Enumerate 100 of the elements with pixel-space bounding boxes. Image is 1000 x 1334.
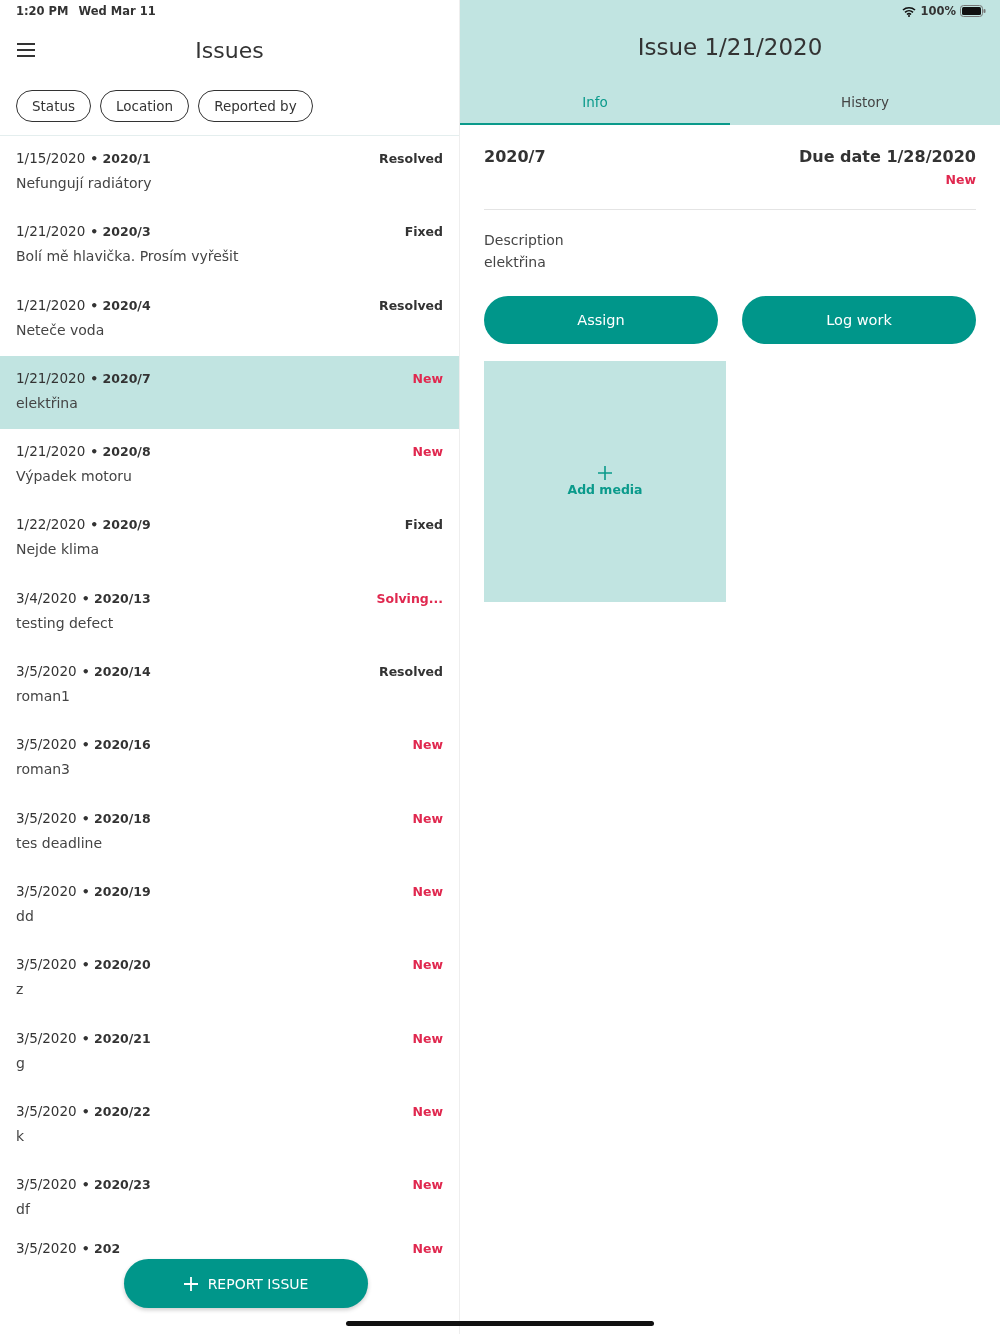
tab[interactable]: History	[730, 82, 1000, 125]
issue-title: dd	[16, 907, 35, 924]
issue-row[interactable]: 1/22/2020 • 2020/9 Fixed Nejde klima	[0, 502, 459, 576]
issue-number: • 202	[81, 1241, 122, 1257]
issue-status: New	[412, 1177, 443, 1193]
issue-number: • 2020/1	[90, 151, 152, 166]
filter-chip[interactable]: Reported by	[198, 90, 313, 122]
issue-date: 3/5/2020	[16, 956, 77, 973]
issue-row[interactable]: 3/5/2020 • 2020/21 New g	[0, 1015, 459, 1089]
issue-number: • 2020/19	[81, 883, 152, 899]
issue-title: k	[16, 1127, 26, 1144]
filter-chip[interactable]: Location	[100, 90, 190, 122]
issue-row[interactable]: 3/5/2020 • 2020/16 New roman3	[0, 722, 459, 796]
issue-number: • 2020/8	[90, 444, 152, 460]
issue-row[interactable]: 1/21/2020 • 2020/4 Resolved Neteče voda	[0, 282, 459, 356]
issue-title: z	[16, 981, 25, 998]
issue-title: Nefungují radiátory	[16, 175, 153, 191]
issue-number: 2020/7	[484, 147, 546, 166]
issue-date: 3/5/2020	[16, 1240, 77, 1257]
issue-status: Fixed	[404, 224, 443, 240]
issue-title: tes deadline	[16, 834, 104, 851]
plus-icon	[183, 1276, 198, 1291]
issue-date: 3/5/2020	[16, 663, 77, 680]
issue-row[interactable]: 3/5/2020 • 2020/18 New tes deadline	[0, 795, 459, 869]
page-title: Issues	[194, 37, 265, 63]
detail-title: Issue 1/21/2020	[636, 33, 824, 62]
issue-status: New	[412, 737, 443, 753]
log-work-button[interactable]: Log work	[742, 296, 976, 344]
menu-icon[interactable]	[16, 43, 36, 57]
issue-date: 1/21/2020	[16, 223, 86, 240]
description-label: Description	[484, 232, 565, 248]
issue-date: 3/5/2020	[16, 882, 77, 899]
issue-status: Fixed	[404, 517, 443, 533]
issue-number: • 2020/3	[90, 224, 152, 240]
issue-number: • 2020/13	[81, 590, 152, 606]
issue-title: Výpadek motoru	[16, 468, 133, 485]
issue-title: Neteče voda	[16, 321, 106, 338]
issue-number: • 2020/18	[81, 810, 152, 826]
issue-row[interactable]: 3/4/2020 • 2020/13 Solving... testing defect	[0, 575, 459, 650]
issue-row[interactable]: 3/5/2020 • 202 New	[0, 1240, 459, 1257]
issue-title: df	[16, 1201, 32, 1218]
status-time: 1:20 PM	[16, 4, 69, 18]
issue-number: • 2020/23	[81, 1177, 152, 1193]
issue-date: 3/5/2020	[16, 1176, 77, 1193]
issue-number: • 2020/14	[81, 664, 152, 680]
issue-number: • 2020/21	[81, 1030, 152, 1046]
issue-status: New	[945, 172, 976, 187]
wifi-icon	[902, 5, 917, 17]
issue-status: New	[412, 1030, 443, 1046]
issue-number: • 2020/22	[81, 1103, 152, 1119]
issue-date: 1/21/2020	[16, 369, 86, 386]
issue-title: elektřina	[16, 394, 79, 411]
issue-row[interactable]: 3/5/2020 • 2020/20 New z	[0, 942, 459, 1016]
description-text: elektřina	[484, 254, 547, 270]
issue-number: • 2020/7	[90, 370, 152, 386]
issue-status: New	[412, 444, 443, 460]
issue-title: roman1	[16, 688, 71, 705]
issue-row[interactable]: 1/21/2020 • 2020/8 New Výpadek motoru	[0, 429, 459, 503]
issue-status: New	[412, 370, 443, 386]
issue-row[interactable]: 3/5/2020 • 2020/22 New k	[0, 1088, 459, 1163]
issue-date: 3/5/2020	[16, 809, 77, 826]
issue-row[interactable]: 1/15/2020 • 2020/1 Resolved Nefungují radiátory	[0, 136, 459, 210]
issue-row[interactable]: 3/5/2020 • 2020/19 New dd	[0, 868, 459, 943]
issue-number: • 2020/9	[90, 517, 152, 533]
issue-status: Solving...	[376, 590, 443, 606]
issue-title: Bolí mě hlavička. Prosím vyřešit	[16, 248, 240, 265]
issue-status: New	[412, 957, 443, 973]
issue-title: g	[16, 1054, 26, 1071]
issue-date: 3/5/2020	[16, 1029, 77, 1046]
issue-status: New	[412, 810, 443, 826]
issue-date: 3/4/2020	[16, 589, 77, 606]
assign-button[interactable]: Assign	[484, 296, 718, 344]
filter-chip[interactable]: Status	[16, 90, 92, 122]
issue-status: New	[412, 1241, 443, 1257]
issue-number: • 2020/4	[90, 297, 152, 313]
issue-date: 3/5/2020	[16, 736, 77, 753]
issue-date: 1/15/2020	[16, 150, 86, 166]
due-date: Due date 1/28/2020	[798, 147, 976, 166]
issue-title: Nejde klima	[16, 541, 101, 558]
issue-status: New	[412, 883, 443, 899]
issue-row[interactable]: 3/5/2020 • 2020/14 Resolved roman1	[0, 649, 459, 723]
issue-title: roman3	[16, 761, 71, 778]
issue-status: New	[412, 1103, 443, 1119]
issue-status: Resolved	[379, 664, 443, 680]
issue-row[interactable]: 1/21/2020 • 2020/7 New elektřina	[0, 355, 459, 430]
issue-status: Resolved	[379, 297, 443, 313]
issue-date: 1/22/2020	[16, 516, 86, 533]
issue-date: 1/21/2020	[16, 296, 86, 313]
issue-date: 1/21/2020	[16, 443, 86, 460]
issue-date: 3/5/2020	[16, 1102, 77, 1119]
report-issue-button[interactable]: REPORT ISSUE	[124, 1259, 368, 1308]
issue-row[interactable]: 1/21/2020 • 2020/3 Fixed Bolí mě hlavička. Prosím vyřešit	[0, 209, 459, 283]
issue-title: testing defect	[16, 614, 115, 631]
issue-status: Resolved	[379, 151, 443, 166]
issue-number: • 2020/20	[81, 957, 152, 973]
issue-row[interactable]: 3/5/2020 • 2020/23 New df	[0, 1162, 459, 1236]
issue-number: • 2020/16	[81, 737, 152, 753]
battery-percent: 100%	[920, 4, 956, 18]
status-date: Wed Mar 11	[78, 4, 156, 18]
battery-icon	[960, 5, 986, 17]
